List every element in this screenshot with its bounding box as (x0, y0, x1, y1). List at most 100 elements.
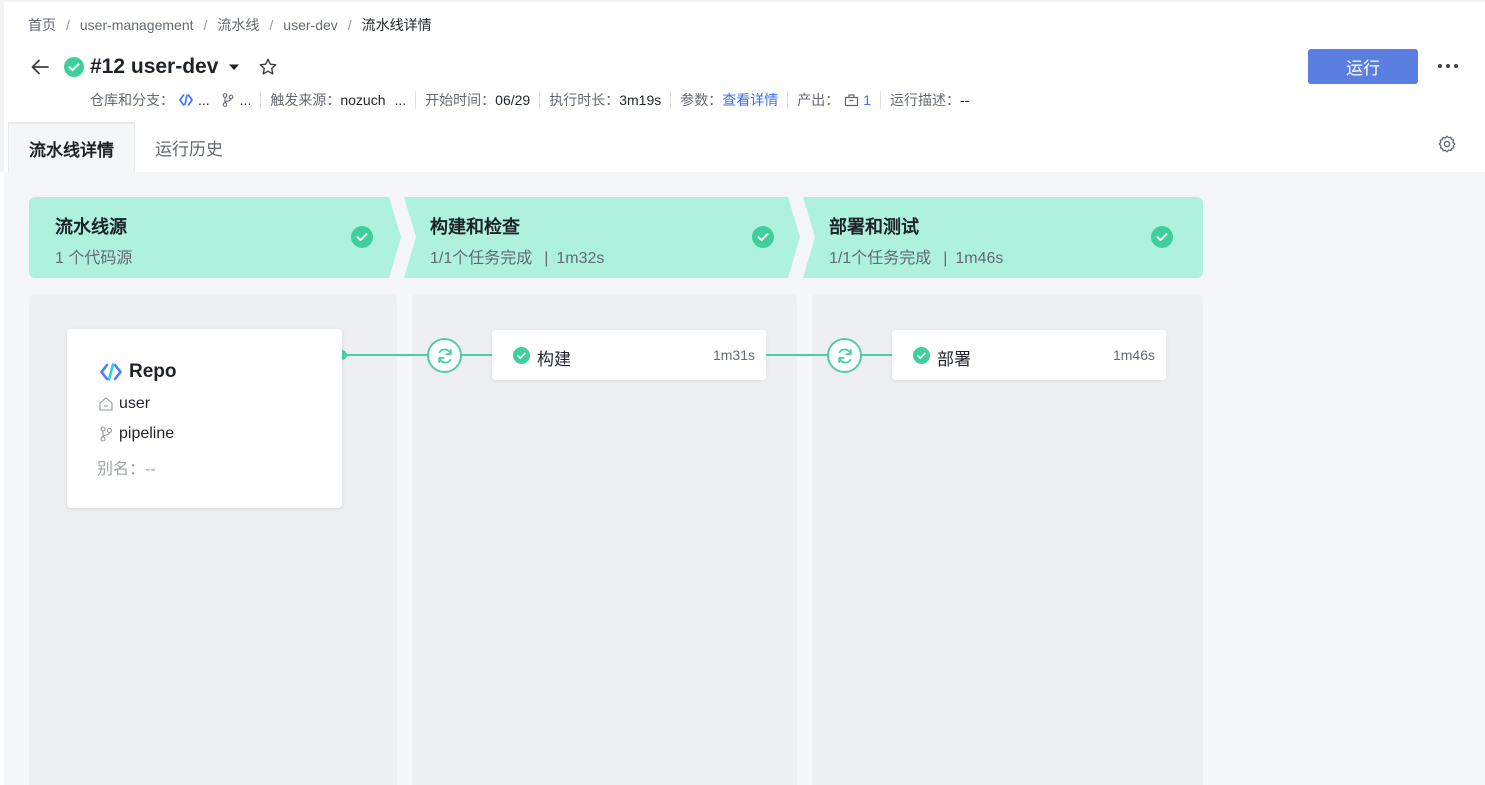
refresh-icon (837, 348, 852, 363)
run-title: #12 user-dev (90, 55, 219, 78)
meta-params-label: 参数： (680, 92, 723, 108)
job-card-build[interactable]: 构建 1m31s (492, 330, 766, 380)
tab-run-history[interactable]: 运行历史 (135, 122, 243, 172)
stage-summary: 1/1个任务完成 | 1m46s (829, 250, 1004, 267)
meta-trigger-value: nozuch (340, 92, 386, 108)
connector-line (462, 354, 494, 356)
arrow-left-icon (31, 59, 49, 75)
stage-header-deploy[interactable]: 部署和测试 1/1个任务完成 | 1m46s (803, 197, 1203, 278)
breadcrumb-separator: / (347, 17, 352, 33)
connector-line (342, 354, 432, 356)
stage-trigger-build[interactable] (427, 338, 462, 373)
job-card-deploy[interactable]: 部署 1m46s (892, 330, 1166, 380)
meta-duration-label: 执行时长： (549, 92, 620, 108)
meta-desc-value: -- (960, 92, 970, 108)
meta-trigger-label: 触发来源： (270, 92, 341, 108)
job-name: 部署 (937, 350, 971, 369)
tab-pipeline-detail[interactable]: 流水线详情 (8, 122, 135, 172)
repo-logo-icon (100, 363, 122, 381)
meta-trigger: 触发来源： nozuch ... (270, 90, 406, 110)
check-circle-icon (513, 347, 530, 364)
meta-start: 开始时间： 06/29 (425, 90, 530, 110)
repo-logo-icon (178, 92, 194, 108)
breadcrumb-separator: / (203, 17, 208, 33)
branch-icon (220, 92, 236, 108)
connector-line (766, 354, 832, 356)
tab-bar: 流水线详情 运行历史 (8, 122, 243, 172)
stage-summary: 1 个代码源 (55, 250, 133, 267)
meta-duration: 执行时长： 3m19s (549, 90, 661, 110)
job-duration: 1m31s (712, 347, 755, 363)
repo-title-text: Repo (129, 361, 177, 382)
stage-name: 流水线源 (55, 217, 127, 237)
meta-description: 运行描述： -- (890, 90, 969, 110)
stage-trigger-deploy[interactable] (827, 338, 862, 373)
breadcrumb-separator: / (269, 17, 274, 33)
meta-repo-value[interactable]: ... (198, 92, 210, 108)
run-button[interactable]: 运行 (1308, 49, 1418, 84)
job-duration: 1m46s (1112, 347, 1155, 363)
stage-progress: 1/1个任务完成 (430, 250, 533, 267)
check-circle-icon (64, 57, 84, 77)
breadcrumb-pipelines[interactable]: 流水线 (217, 15, 259, 35)
package-icon (843, 92, 859, 108)
stage-name: 构建和检查 (430, 217, 520, 237)
check-circle-icon (351, 226, 373, 248)
repo-branch-row: pipeline (97, 425, 174, 443)
title-row: #12 user-dev (28, 52, 278, 82)
repo-alias: 别名：-- (97, 461, 156, 478)
stage-duration: 1m32s (556, 250, 605, 267)
repo-title: Repo (99, 361, 177, 383)
meta-desc-label: 运行描述： (890, 92, 961, 108)
star-icon[interactable] (258, 57, 278, 77)
breadcrumb-project[interactable]: user-management (80, 17, 194, 33)
meta-duration-value: 3m19s (619, 92, 662, 108)
repo-name: user (119, 395, 151, 412)
source-repo-card[interactable]: Repo user pipeline 别名：-- (67, 329, 342, 508)
repo-name-row: user (97, 395, 150, 413)
output-count-link[interactable]: 1 (863, 92, 871, 108)
run-meta: 仓库和分支： ... ... 触发来源： nozuch ... 开始时间： 06… (90, 90, 969, 110)
meta-params: 参数： 查看详情 (680, 90, 778, 110)
breadcrumb-current: 流水线详情 (361, 17, 432, 33)
meta-divider (539, 91, 541, 109)
meta-divider (880, 91, 882, 109)
meta-divider (415, 91, 417, 109)
meta-branch-value[interactable]: ... (240, 92, 252, 108)
check-circle-icon (913, 347, 930, 364)
branch-icon (97, 425, 115, 443)
stage-summary: 1/1个任务完成 | 1m32s (430, 250, 605, 267)
caret-down-icon (229, 64, 240, 70)
job-name: 构建 (537, 350, 571, 369)
meta-divider (670, 91, 672, 109)
refresh-icon (437, 348, 452, 363)
meta-output: 产出： 1 (797, 90, 871, 110)
back-button[interactable] (28, 55, 52, 79)
more-icon (1438, 64, 1458, 68)
check-circle-icon (752, 226, 774, 248)
stage-header-build[interactable]: 构建和检查 1/1个任务完成 | 1m32s (404, 197, 800, 278)
breadcrumb-home[interactable]: 首页 (28, 15, 56, 35)
stage-progress: 1/1个任务完成 (829, 250, 932, 267)
stage-duration: 1m46s (955, 250, 1004, 267)
gear-icon[interactable] (1437, 134, 1457, 154)
stage-name: 部署和测试 (829, 217, 919, 237)
run-switch-dropdown[interactable] (228, 60, 242, 74)
meta-output-label: 产出： (797, 92, 840, 108)
meta-start-label: 开始时间： (425, 92, 496, 108)
meta-repo-branch: 仓库和分支： ... ... (90, 90, 251, 110)
meta-repo-label: 仓库和分支： (90, 92, 174, 108)
meta-divider (787, 91, 789, 109)
meta-start-value: 06/29 (495, 92, 531, 108)
more-button[interactable] (1434, 54, 1462, 78)
params-detail-link[interactable]: 查看详情 (722, 90, 778, 110)
breadcrumb-pipeline[interactable]: user-dev (283, 17, 337, 33)
connector-line (860, 354, 894, 356)
home-icon (97, 395, 115, 413)
stage-header-source[interactable]: 流水线源 1 个代码源 (29, 197, 401, 278)
breadcrumb-separator: / (66, 17, 70, 33)
meta-trigger-more[interactable]: ... (395, 92, 407, 108)
repo-branch: pipeline (119, 425, 175, 442)
breadcrumb: 首页 / user-management / 流水线 / user-dev / … (28, 15, 432, 35)
check-circle-icon (1151, 226, 1173, 248)
